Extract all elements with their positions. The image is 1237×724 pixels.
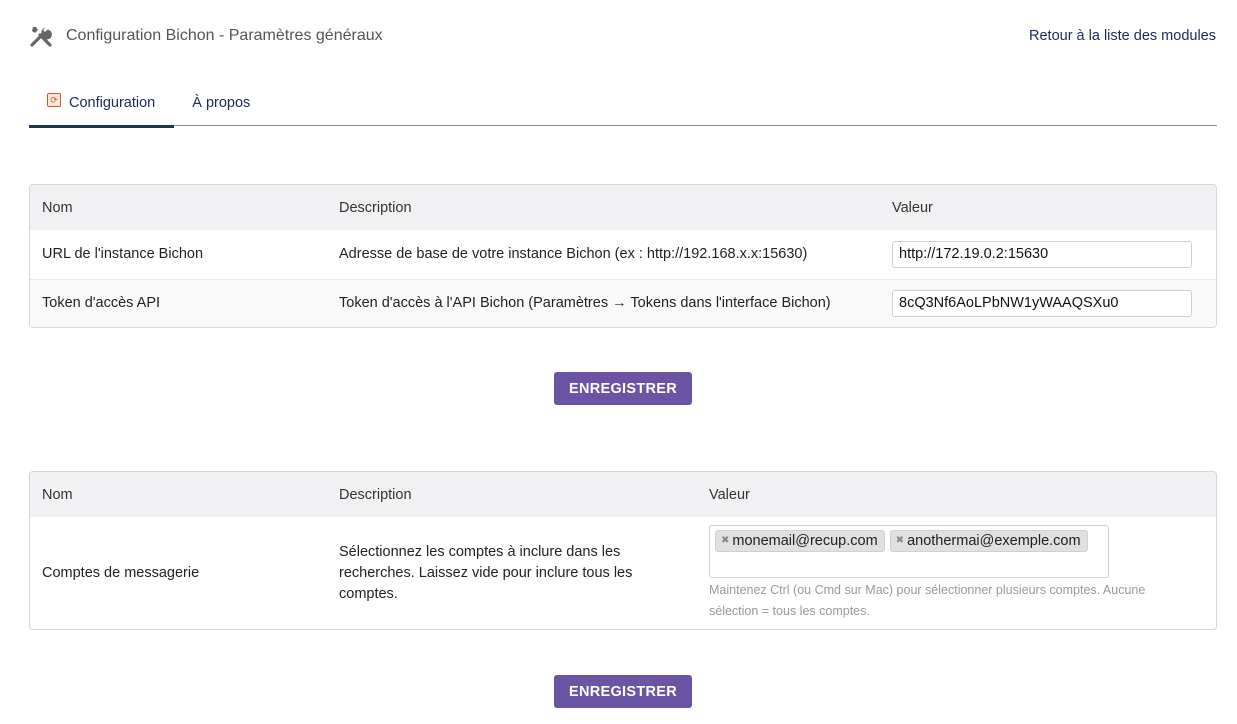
tab-about[interactable]: À propos <box>174 84 269 126</box>
table-row: URL de l'instance Bichon Adresse de base… <box>30 230 1216 280</box>
back-to-modules-link[interactable]: Retour à la liste des modules <box>1029 28 1216 44</box>
setting-name: Comptes de messagerie <box>30 517 327 629</box>
save-button[interactable]: ENREGISTRER <box>554 372 692 405</box>
column-header-description: Description <box>327 185 880 230</box>
module-icon: ⟳ <box>47 93 61 107</box>
selected-account-label: monemail@recup.com <box>732 532 878 549</box>
column-header-name: Nom <box>30 472 327 517</box>
tab-bar: ⟳ Configuration À propos <box>29 84 1217 128</box>
accounts-help-text: Maintenez Ctrl (ou Cmd sur Mac) pour sél… <box>709 582 1146 618</box>
save-button[interactable]: ENREGISTRER <box>554 675 692 708</box>
setting-description: Sélectionnez les comptes à inclure dans … <box>327 517 697 629</box>
table-row: Comptes de messagerie Sélectionnez les c… <box>30 517 1216 629</box>
selected-account-label: anothermai@exemple.com <box>907 532 1081 549</box>
tab-configuration[interactable]: ⟳ Configuration <box>29 84 175 128</box>
instance-url-input[interactable] <box>892 240 1192 268</box>
setting-description: Token d'accès à l'API Bichon (Paramètres… <box>327 279 880 327</box>
column-header-description: Description <box>327 472 697 517</box>
tools-icon <box>29 24 53 48</box>
selected-account-tag: ✖ anothermai@exemple.com <box>889 529 1088 552</box>
header-left: Configuration Bichon - Paramètres généra… <box>29 24 383 48</box>
column-header-name: Nom <box>30 185 327 230</box>
tab-configuration-label: Configuration <box>69 95 156 111</box>
column-header-value: Valeur <box>880 185 1216 230</box>
setting-value-cell <box>880 230 1216 280</box>
setting-name: Token d'accès API <box>30 279 327 327</box>
selected-account-tag: ✖ monemail@recup.com <box>715 529 885 552</box>
page-header: Configuration Bichon - Paramètres généra… <box>29 20 1216 52</box>
setting-description: Adresse de base de votre instance Bichon… <box>327 230 880 280</box>
remove-icon[interactable]: ✖ <box>896 535 904 546</box>
table-header-row: Nom Description Valeur <box>30 472 1216 517</box>
accounts-multiselect[interactable]: ✖ monemail@recup.com ✖ anothermai@exempl… <box>709 524 1109 578</box>
mail-accounts-table: Nom Description Valeur Comptes de messag… <box>29 471 1217 630</box>
page-title: Configuration Bichon - Paramètres généra… <box>66 27 383 44</box>
setting-value-cell: ✖ monemail@recup.com ✖ anothermai@exempl… <box>697 517 1216 629</box>
api-token-input[interactable] <box>892 289 1192 317</box>
setting-value-cell <box>880 279 1216 327</box>
general-settings-table: Nom Description Valeur URL de l'instance… <box>29 184 1217 328</box>
remove-icon[interactable]: ✖ <box>721 535 729 546</box>
table-header-row: Nom Description Valeur <box>30 185 1216 230</box>
table-row: Token d'accès API Token d'accès à l'API … <box>30 279 1216 327</box>
tab-about-label: À propos <box>192 95 251 111</box>
column-header-value: Valeur <box>697 472 1216 517</box>
accounts-description: Sélectionnez les comptes à inclure dans … <box>339 543 633 602</box>
setting-name: URL de l'instance Bichon <box>30 230 327 280</box>
page: Configuration Bichon - Paramètres généra… <box>0 0 1237 724</box>
